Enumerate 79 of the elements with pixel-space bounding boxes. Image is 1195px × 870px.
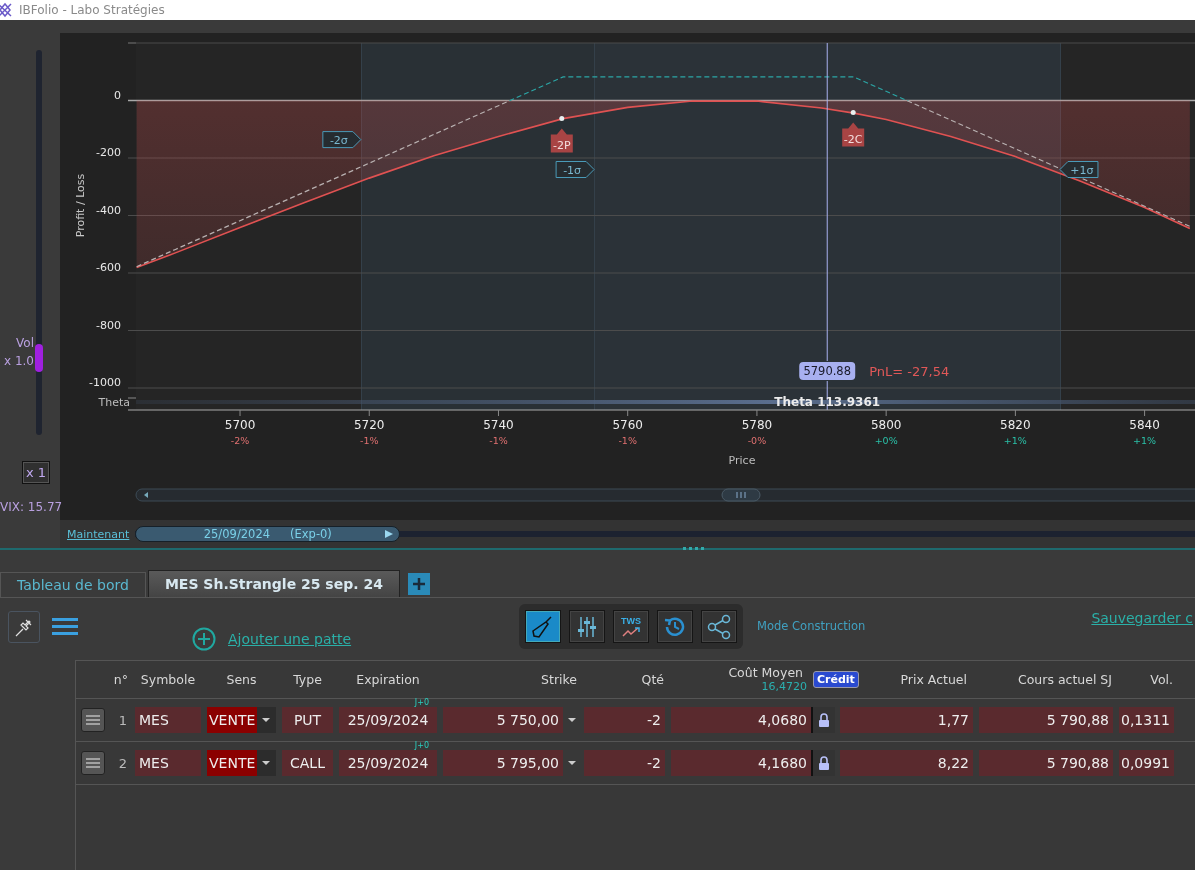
column-header: Qté: [640, 672, 665, 687]
pnl-readout: PnL= -27,54: [869, 364, 950, 379]
column-header: Coût Moyen: [727, 665, 804, 680]
tick-label: -1000: [89, 376, 121, 389]
table-cell: 1,77: [840, 707, 973, 733]
column-header: Strike: [540, 672, 578, 687]
days-tag: J+0: [414, 698, 429, 707]
table-cell: 8,22: [840, 750, 973, 776]
change-label: -1%: [618, 435, 637, 446]
tick-label: 5760: [612, 418, 643, 432]
ref-line-label: 5790.88: [803, 364, 852, 378]
annotation: -2C: [843, 132, 863, 146]
table-cell: -2: [584, 707, 665, 733]
tick-label: 0: [114, 88, 121, 102]
date-cell: 25/09/2024: [347, 755, 429, 771]
change-label: -0%: [747, 435, 767, 446]
change-label: -2%: [230, 435, 250, 446]
table-cell: MES: [135, 750, 201, 776]
tick-label: 5700: [224, 418, 256, 432]
vix-label: VIX: 15.77: [0, 500, 63, 514]
tick-label: -600: [96, 261, 121, 274]
axis-title: Price: [728, 454, 756, 467]
table-cell: MES: [135, 707, 201, 733]
column-header: Vol.: [1149, 672, 1174, 687]
tick-label: 5720: [354, 418, 385, 432]
cost-total: 16,4720: [761, 679, 807, 694]
sigma-tag: +1σ: [1059, 161, 1099, 178]
row-number: 1: [117, 712, 128, 728]
price-badge: 5790.88: [799, 362, 856, 380]
change-label: +0%: [874, 435, 898, 446]
table-cell: PUT: [282, 707, 333, 733]
column-header: Prix Actuel: [899, 672, 968, 687]
table-cell: 0,0991: [1119, 750, 1174, 776]
strike-tag: -2C: [842, 122, 865, 147]
tick-label: -800: [96, 318, 121, 332]
table-cell: CALL: [282, 750, 333, 776]
table-cell: 0,1311: [1119, 707, 1174, 733]
sigma-tag: -1σ: [555, 161, 595, 178]
strip-label: Theta: [98, 396, 130, 409]
column-header: Cours actuel SJ: [1016, 672, 1113, 687]
column-header: Sens: [225, 672, 258, 687]
window-title: IBFolio - Labo Stratégies: [19, 3, 165, 17]
annotation: -2σ: [329, 133, 348, 147]
mode-label: Mode Construction: [757, 619, 866, 633]
tick-label: 5740: [483, 418, 514, 432]
expiry-label: (Exp-0): [290, 527, 332, 541]
change-label: -1%: [489, 435, 508, 446]
date-label: 25/09/2024: [203, 527, 271, 541]
table-cell: 5 790,88: [979, 750, 1113, 776]
tick-label: 5780: [741, 418, 773, 432]
annotation: -1σ: [563, 163, 582, 177]
column-header: n°: [112, 672, 129, 687]
table-cell: -2: [584, 750, 665, 776]
axis-title: Profit / Loss: [74, 173, 87, 238]
tick-label: 5820: [1000, 418, 1031, 432]
annotation: +1σ: [1070, 163, 1094, 177]
credit-badge: Crédit: [813, 671, 859, 688]
tick-label: 5840: [1129, 418, 1160, 432]
row-number: 2: [117, 755, 128, 771]
days-tag: J+0: [414, 741, 429, 750]
strike-tag: -2P: [550, 128, 573, 153]
tick-label: -200: [96, 146, 121, 159]
column-header: Expiration: [355, 672, 421, 687]
vol-label: Vol: [16, 336, 34, 350]
date-cell: 25/09/2024: [347, 712, 429, 728]
change-label: -1%: [360, 435, 379, 446]
column-header: Symbole: [139, 672, 197, 687]
tick-label: -400: [96, 203, 121, 217]
tick-label: 5800: [870, 418, 902, 432]
multiplier-label: x 1.0: [4, 354, 34, 368]
change-label: +1%: [1003, 435, 1027, 446]
table-cell: 4,1680: [671, 750, 811, 776]
table-cell: 4,0680: [671, 707, 811, 733]
annotation: -2P: [552, 138, 571, 152]
theta-readout: Theta 113.9361: [774, 395, 881, 409]
column-header: Type: [292, 672, 323, 687]
table-cell: 5 790,88: [979, 707, 1113, 733]
sigma-tag: -2σ: [322, 131, 362, 149]
change-label: +1%: [1133, 435, 1157, 446]
